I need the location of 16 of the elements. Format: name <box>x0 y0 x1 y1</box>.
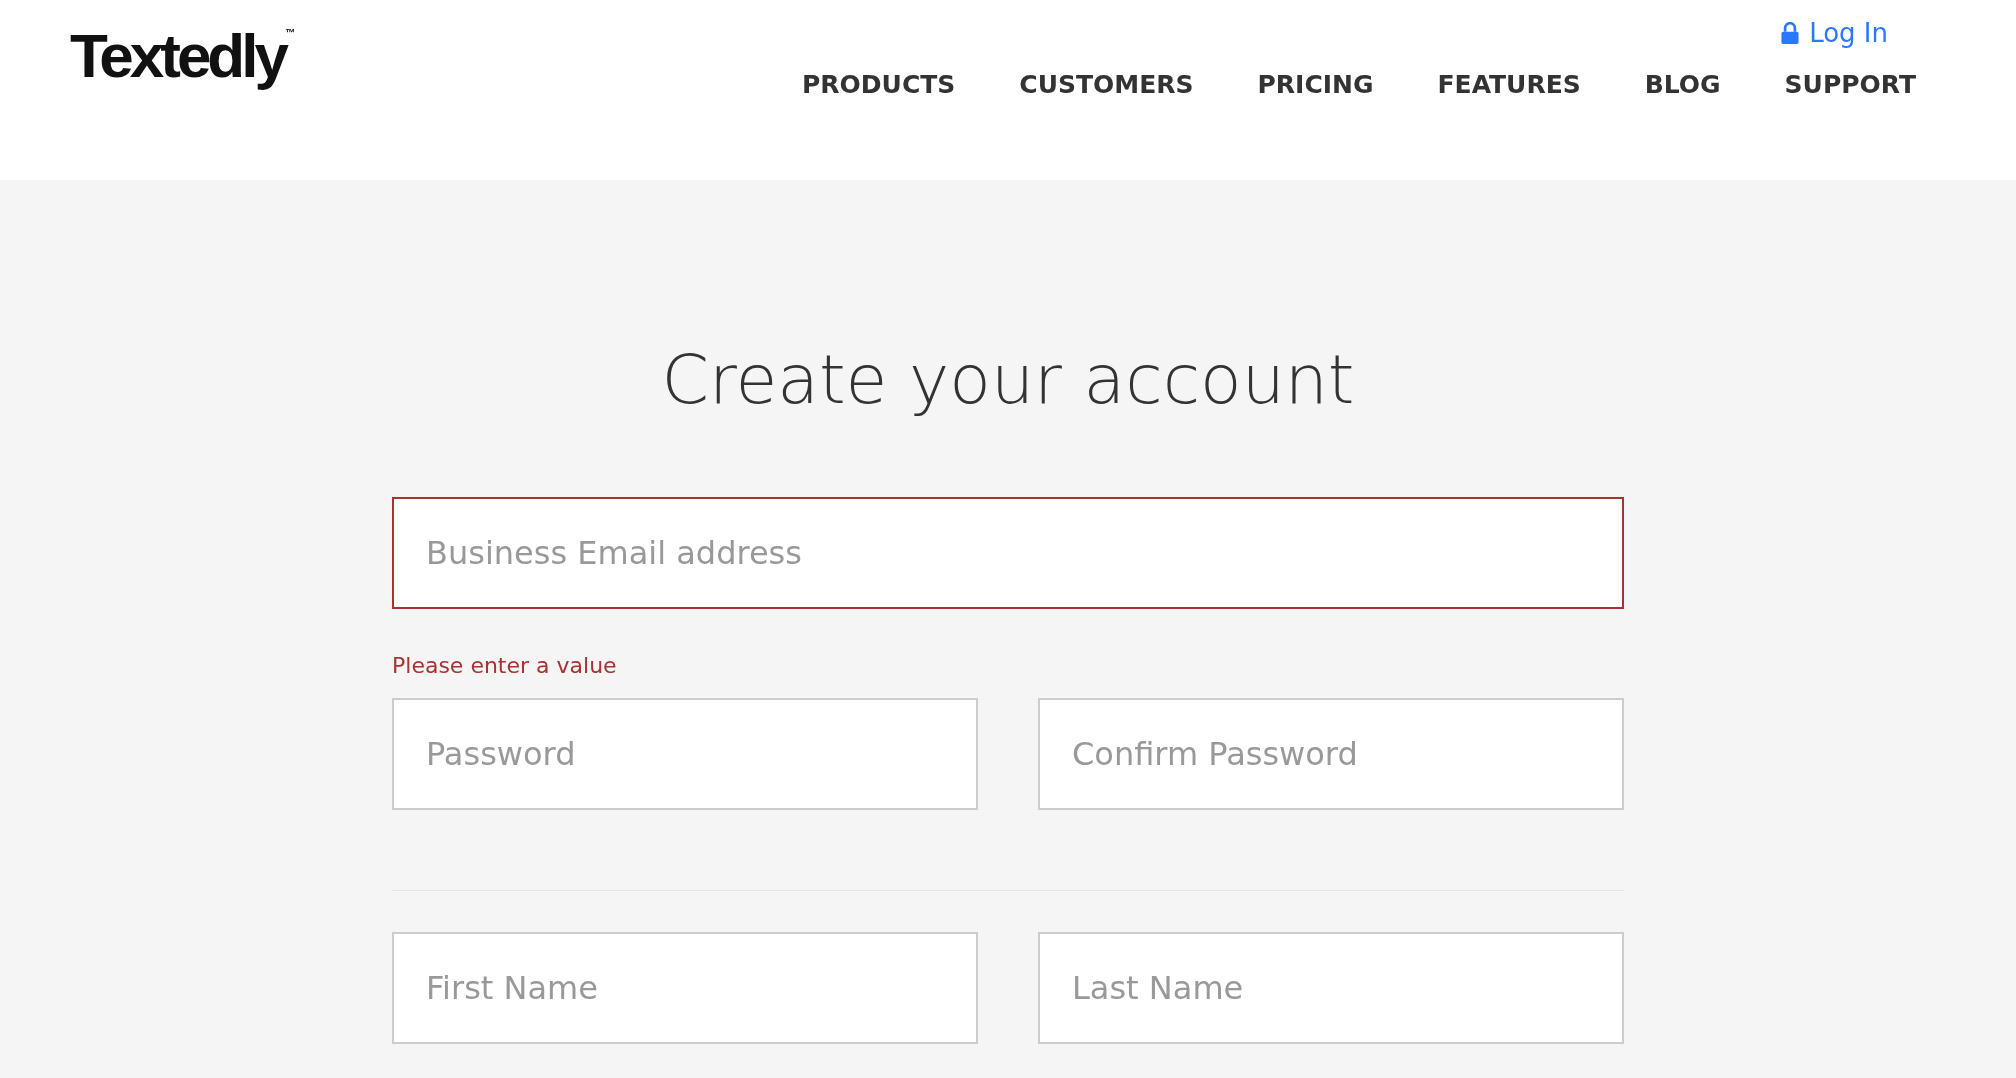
nav-link[interactable]: SUPPORT <box>1784 70 1916 99</box>
nav-link[interactable]: CUSTOMERS <box>1019 70 1194 99</box>
name-field[interactable]: First Name <box>392 932 978 1044</box>
login-link[interactable]: Log In <box>1781 18 1888 48</box>
error-message: Please enter a value <box>392 652 618 680</box>
password-field[interactable]: Password <box>392 698 978 810</box>
password-field[interactable]: Confirm Password <box>1038 698 1624 810</box>
textedly-logo[interactable]: Textedly$^{™}$ <box>70 18 295 94</box>
name-field[interactable]: Last Name <box>1038 932 1624 1044</box>
page-title: Create your account <box>661 340 1355 420</box>
nav-link[interactable]: FEATURES <box>1437 70 1581 99</box>
nav-link[interactable]: BLOG <box>1644 70 1721 99</box>
nav-link[interactable]: PRODUCTS <box>802 70 956 99</box>
lock-icon <box>1781 22 1800 44</box>
nav-link[interactable]: PRICING <box>1257 70 1374 99</box>
email-field[interactable]: Business Email address <box>392 497 1624 609</box>
